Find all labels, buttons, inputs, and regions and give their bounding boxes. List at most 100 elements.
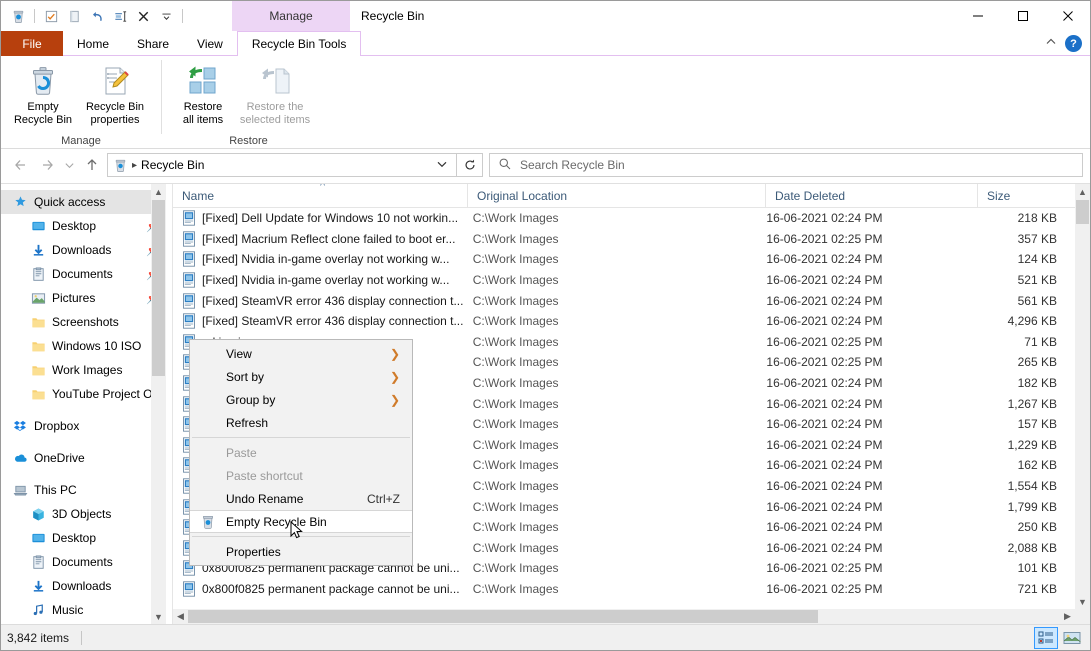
sidebar-item-dropbox[interactable]: Dropbox	[1, 414, 166, 438]
scroll-down-icon[interactable]: ▼	[151, 609, 166, 624]
recent-locations-button[interactable]	[60, 152, 79, 178]
maximize-button[interactable]	[1000, 1, 1045, 31]
scroll-up-icon[interactable]: ▲	[151, 184, 166, 199]
sidebar-item-downloads[interactable]: Downloads	[1, 574, 166, 598]
minimize-button[interactable]	[955, 1, 1000, 31]
scroll-down-icon[interactable]: ▼	[1075, 594, 1090, 609]
delete-icon[interactable]	[132, 5, 154, 27]
sidebar-item-onedrive[interactable]: OneDrive	[1, 446, 166, 470]
large-icons-view-button[interactable]	[1060, 627, 1084, 649]
sidebar-item-label: Windows 10 ISO	[52, 339, 141, 353]
properties-icon[interactable]	[40, 5, 62, 27]
cell-original-location: C:\Work Images	[464, 229, 758, 250]
sidebar-item-label: Documents	[52, 555, 113, 569]
manage-contextual-tab[interactable]: Manage	[232, 1, 350, 31]
sidebar-item-documents[interactable]: Documents📌	[1, 262, 166, 286]
sidebar-item-music[interactable]: Music	[1, 598, 166, 622]
rename-icon[interactable]	[109, 5, 131, 27]
menu-item-group-by[interactable]: Group by❯	[190, 388, 412, 411]
tab-share[interactable]: Share	[123, 31, 183, 56]
navigation-gap	[1, 406, 166, 414]
up-button[interactable]	[79, 152, 105, 178]
sidebar-item-windows-10-iso[interactable]: Windows 10 ISO	[1, 334, 166, 358]
search-input[interactable]: Search Recycle Bin	[489, 153, 1083, 177]
column-header-name[interactable]: Name	[173, 184, 468, 208]
image-file-icon	[182, 231, 196, 247]
navigation-scroll-thumb[interactable]	[152, 200, 165, 376]
sidebar-item-pictures[interactable]: Pictures📌	[1, 286, 166, 310]
column-header-original-location[interactable]: Original Location	[468, 184, 766, 208]
sidebar-item-work-images[interactable]: Work Images	[1, 358, 166, 382]
refresh-button[interactable]	[457, 153, 483, 177]
back-button[interactable]	[8, 152, 34, 178]
window-title-text: Recycle Bin	[361, 9, 424, 23]
undo-icon[interactable]	[86, 5, 108, 27]
sidebar-item-desktop[interactable]: Desktop	[1, 526, 166, 550]
recycle-bin-icon[interactable]	[7, 5, 29, 27]
sidebar-item-desktop[interactable]: Desktop📌	[1, 214, 166, 238]
file-list-horizontal-scrollbar[interactable]: ◀ ▶	[173, 609, 1075, 624]
navigation-scrollbar[interactable]: ▲ ▼	[151, 184, 166, 624]
collapse-ribbon-chevron-icon[interactable]	[1045, 36, 1057, 51]
table-row[interactable]: [Fixed] Macrium Reflect clone failed to …	[173, 229, 1075, 250]
file-list-vertical-scrollbar[interactable]: ▲ ▼	[1075, 184, 1090, 609]
scroll-up-icon[interactable]: ▲	[1075, 184, 1090, 199]
horizontal-scroll-thumb[interactable]	[188, 610, 818, 623]
column-header-date-deleted[interactable]: Date Deleted	[766, 184, 978, 208]
help-label: ?	[1070, 38, 1077, 50]
restore-selected-items-icon	[258, 64, 292, 98]
cell-original-location: C:\Work Images	[464, 435, 758, 456]
sidebar-item-3d-objects[interactable]: 3D Objects	[1, 502, 166, 526]
sidebar-item-youtube-project-ou[interactable]: YouTube Project Ou	[1, 382, 166, 406]
menu-separator	[192, 437, 410, 438]
table-row[interactable]: [Fixed] Nvidia in-game overlay not worki…	[173, 270, 1075, 291]
window-title: Recycle Bin	[361, 1, 424, 31]
table-row[interactable]: [Fixed] SteamVR error 436 display connec…	[173, 290, 1075, 311]
table-row[interactable]: [Fixed] Nvidia in-game overlay not worki…	[173, 249, 1075, 270]
address-path-field[interactable]: ▸ Recycle Bin	[107, 153, 457, 177]
scroll-left-icon[interactable]: ◀	[173, 609, 188, 624]
column-header-size[interactable]: Size	[978, 184, 1088, 208]
breadcrumb[interactable]: ▸ Recycle Bin	[108, 158, 204, 173]
close-button[interactable]	[1045, 1, 1090, 31]
sidebar-item-this-pc[interactable]: This PC	[1, 478, 166, 502]
sidebar-item-screenshots[interactable]: Screenshots	[1, 310, 166, 334]
forward-button[interactable]	[34, 152, 60, 178]
empty-recycle-bin-button[interactable]: Empty Recycle Bin	[7, 60, 79, 128]
address-dropdown-chevron-icon[interactable]	[436, 158, 456, 173]
status-bar: 3,842 items	[1, 624, 1090, 650]
new-folder-icon[interactable]	[63, 5, 85, 27]
window-controls	[955, 1, 1090, 31]
help-button[interactable]: ?	[1065, 35, 1082, 52]
sidebar-item-documents[interactable]: Documents	[1, 550, 166, 574]
details-view-button[interactable]	[1034, 627, 1058, 649]
file-name-label: [Fixed] Nvidia in-game overlay not worki…	[202, 273, 449, 287]
scroll-right-icon[interactable]: ▶	[1060, 609, 1075, 624]
customize-chevron-icon[interactable]	[155, 5, 177, 27]
restore-all-items-button[interactable]: Restore all items	[167, 60, 239, 128]
menu-item-label: Empty Recycle Bin	[226, 515, 327, 529]
recycle-bin-properties-button[interactable]: Recycle Bin properties	[79, 60, 151, 128]
menu-item-refresh[interactable]: Refresh	[190, 411, 412, 434]
documents-icon	[28, 555, 48, 570]
tab-recycle-bin-tools[interactable]: Recycle Bin Tools	[237, 31, 362, 57]
table-row[interactable]: [Fixed] Dell Update for Windows 10 not w…	[173, 208, 1075, 229]
tab-file[interactable]: File	[1, 31, 63, 56]
sidebar-item-downloads[interactable]: Downloads📌	[1, 238, 166, 262]
cell-date-deleted: 16-06-2021 02:24 PM	[757, 435, 966, 456]
cell-size: 561 KB	[966, 290, 1075, 311]
downloads-icon	[28, 579, 48, 594]
menu-item-sort-by[interactable]: Sort by❯	[190, 365, 412, 388]
sidebar-item-quick-access[interactable]: Quick access	[1, 190, 166, 214]
vertical-scroll-thumb[interactable]	[1076, 200, 1089, 224]
menu-item-undo-rename[interactable]: Undo RenameCtrl+Z	[190, 487, 412, 510]
table-row[interactable]: [Fixed] SteamVR error 436 display connec…	[173, 311, 1075, 332]
table-row[interactable]: 0x800f0825 permanent package cannot be u…	[173, 579, 1075, 600]
menu-item-shortcut: Ctrl+Z	[367, 492, 412, 506]
tab-home[interactable]: Home	[63, 31, 123, 56]
empty-recycle-bin-icon	[27, 64, 59, 98]
cell-original-location: C:\Work Images	[464, 538, 758, 559]
menu-item-view[interactable]: View❯	[190, 342, 412, 365]
cell-name: [Fixed] Nvidia in-game overlay not worki…	[173, 270, 464, 291]
tab-view[interactable]: View	[183, 31, 237, 56]
